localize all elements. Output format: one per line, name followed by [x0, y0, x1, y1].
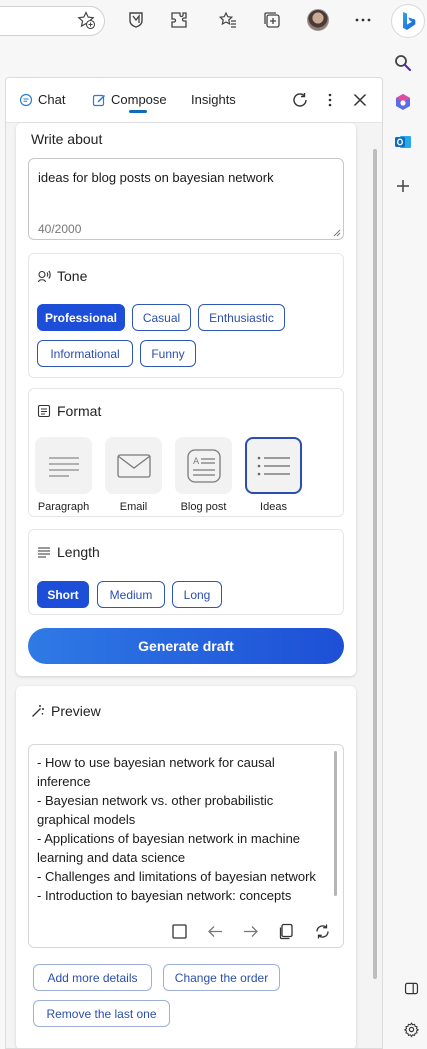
tone-icon [37, 270, 51, 283]
format-section: Format Paragraph Email A Blog post Ideas [28, 388, 344, 517]
tab-insights[interactable]: Insights [191, 92, 236, 107]
bing-compose-panel: Chat Compose Insights Write about ideas … [5, 77, 383, 1049]
suggestion-add-more-details[interactable]: Add more details [33, 964, 152, 991]
resize-handle-icon[interactable] [333, 229, 341, 237]
length-label: Length [57, 544, 100, 560]
arrow-left-icon[interactable] [205, 921, 225, 941]
outlook-icon[interactable] [392, 131, 414, 153]
edge-sidebar [382, 4, 427, 1049]
close-icon[interactable] [350, 90, 370, 110]
length-header: Length [37, 544, 100, 560]
generate-draft-button[interactable]: Generate draft [28, 628, 344, 664]
shield-icon[interactable] [125, 9, 147, 31]
add-icon[interactable] [392, 175, 414, 197]
preview-scrollbar[interactable] [334, 751, 337, 896]
tone-casual[interactable]: Casual [132, 304, 191, 331]
compose-card: Write about ideas for blog posts on baye… [16, 123, 356, 676]
chat-icon [19, 93, 33, 106]
copy-icon[interactable] [276, 921, 296, 941]
paragraph-icon [35, 437, 92, 494]
svg-text:A: A [193, 457, 200, 467]
add-favorite-icon[interactable] [75, 9, 97, 31]
arrow-right-icon[interactable] [240, 921, 260, 941]
tone-professional[interactable]: Professional [37, 304, 125, 331]
tone-enthusiastic[interactable]: Enthusiastic [198, 304, 285, 331]
search-icon[interactable] [392, 52, 414, 74]
profile-avatar[interactable] [307, 9, 329, 31]
topic-text: ideas for blog posts on bayesian network [38, 170, 274, 185]
refresh-icon[interactable] [290, 90, 310, 110]
preview-card: Preview - How to use bayesian network fo… [16, 686, 356, 1048]
format-blog-post[interactable]: A Blog post [175, 437, 232, 513]
length-short[interactable]: Short [37, 581, 89, 608]
format-paragraph[interactable]: Paragraph [35, 437, 92, 513]
tab-chat[interactable]: Chat [19, 92, 65, 107]
char-count: 40/2000 [38, 222, 82, 236]
write-about-label: Write about [31, 131, 103, 147]
tone-header: Tone [37, 268, 87, 284]
topic-textarea[interactable]: ideas for blog posts on bayesian network… [28, 158, 344, 240]
format-email-label: Email [119, 501, 148, 513]
tab-compose[interactable]: Compose [92, 92, 167, 107]
stop-icon[interactable] [169, 921, 189, 941]
bing-chat-icon[interactable] [391, 4, 425, 38]
regenerate-icon[interactable] [312, 921, 332, 941]
tone-label: Tone [57, 268, 88, 284]
tone-section: Tone Professional Casual Enthusiastic In… [28, 253, 344, 378]
ideas-icon [245, 437, 302, 494]
settings-icon[interactable] [401, 1019, 421, 1039]
preview-header: Preview [31, 703, 101, 719]
tone-funny[interactable]: Funny [140, 340, 196, 367]
panel-scrollbar[interactable] [373, 149, 377, 979]
preview-text: - How to use bayesian network for causal… [37, 755, 316, 903]
more-options-icon[interactable] [320, 90, 340, 110]
email-icon [105, 437, 162, 494]
panel-header: Chat Compose Insights [6, 78, 382, 123]
tab-chat-label: Chat [38, 92, 66, 107]
length-medium[interactable]: Medium [97, 581, 165, 608]
length-icon [38, 547, 50, 558]
more-icon[interactable] [352, 9, 374, 31]
format-ideas[interactable]: Ideas [245, 437, 302, 513]
browser-toolbar [0, 0, 427, 42]
active-tab-indicator [129, 110, 147, 113]
office-icon[interactable] [392, 91, 414, 113]
extensions-icon[interactable] [168, 9, 190, 31]
compose-scroll-area: Write about ideas for blog posts on baye… [6, 123, 382, 1048]
tone-informational[interactable]: Informational [37, 340, 133, 367]
compose-icon [92, 94, 105, 106]
format-blog-post-label: Blog post [180, 501, 227, 513]
tab-compose-label: Compose [111, 92, 167, 107]
favorites-icon[interactable] [217, 9, 239, 31]
blog-post-icon: A [175, 437, 232, 494]
suggestion-change-the-order[interactable]: Change the order [163, 964, 280, 991]
format-paragraph-label: Paragraph [37, 501, 90, 513]
suggestion-remove-the-last-one[interactable]: Remove the last one [33, 1000, 170, 1027]
split-panel-icon[interactable] [401, 978, 421, 998]
collections-icon[interactable] [261, 9, 283, 31]
format-email[interactable]: Email [105, 437, 162, 513]
preview-toolbar [29, 915, 343, 947]
format-ideas-label: Ideas [260, 501, 287, 513]
length-section: Length Short Medium Long [28, 529, 344, 615]
length-long[interactable]: Long [172, 581, 222, 608]
format-header: Format [37, 403, 101, 419]
tab-insights-label: Insights [191, 92, 236, 107]
format-label: Format [57, 403, 102, 419]
preview-output[interactable]: - How to use bayesian network for causal… [28, 744, 344, 948]
format-icon [37, 404, 51, 418]
magic-wand-icon [32, 705, 44, 717]
preview-label: Preview [51, 703, 101, 719]
